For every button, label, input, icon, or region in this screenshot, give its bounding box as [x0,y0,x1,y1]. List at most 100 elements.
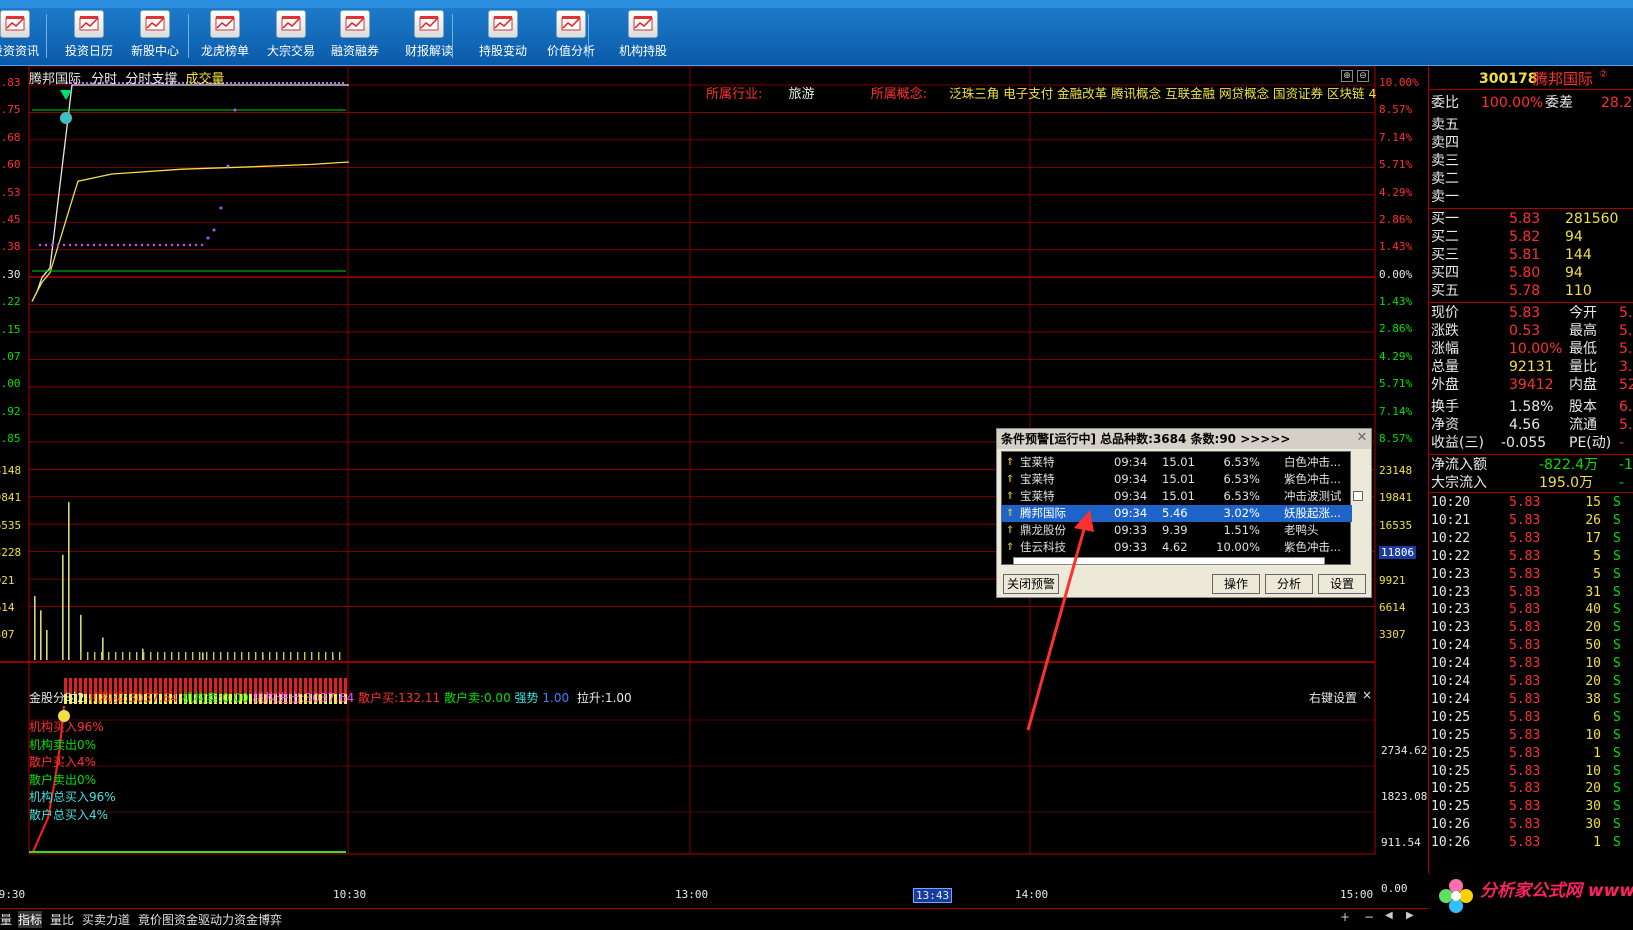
price-tick-label: 5.75 [0,103,21,117]
stat-value: 5. [1619,341,1633,357]
alert-pct: 10.00% [1216,540,1260,554]
tick-trade-row: 10:25 5.83 6 S [1429,709,1633,727]
volume-bar [283,652,285,660]
buy-level-label: 买五 [1431,283,1459,299]
volume-bar [311,652,313,660]
tick-side: S [1613,799,1621,815]
toolbar-button-0[interactable]: 投资资讯 [0,10,48,64]
alert-price: 15.01 [1162,489,1195,503]
toolbar-button-1[interactable]: 投资日历 [56,10,122,64]
toolbar-button-4[interactable]: 大宗交易 [258,10,324,64]
zoom-in-icon[interactable]: + [1340,910,1350,924]
alert-analyze-button[interactable]: 分析 [1265,574,1313,594]
time-cursor-label: 13:43 [913,888,953,903]
volume-bar [80,652,82,660]
volume-tick-right: 19841 [1379,491,1413,505]
chart-collapse-icon[interactable]: ⊖ [1357,70,1369,82]
support-dot [233,108,237,112]
alert-row[interactable]: ⇑ 宝莱特 09:34 15.01 6.53% 冲击波测试 [1002,488,1352,505]
toolbar-button-8[interactable]: 价值分析 [538,10,604,64]
toolbar-button-3[interactable]: 龙虎榜单 [192,10,258,64]
tick-time: 10:22 [1431,548,1471,564]
bottom-tab-6[interactable]: 资金博弈 [234,911,282,928]
institution-holding-icon [628,10,658,38]
scroll-left-icon[interactable]: ◀ [1385,910,1393,921]
toolbar-button-label: 持股变动 [478,44,527,58]
toolbar-button-2[interactable]: 新股中心 [122,10,188,64]
tick-price: 5.83 [1509,512,1541,528]
stat-label: 量比 [1569,359,1597,375]
alert-dialog-title[interactable]: 条件预警[运行中] 总品种数:3684 条数:90 >>>>> [997,429,1371,449]
sell-level-row: 卖五 [1429,116,1633,134]
stat-value: 527 [1619,377,1633,393]
margin-trading-chart-icon [340,10,370,38]
buy-signal-icon[interactable] [60,112,72,124]
toolbar-button-9[interactable]: 机构持股 [610,10,676,64]
toolbar-button-7[interactable]: 持股变动 [470,10,536,64]
stat-row: 涨幅 10.00% 最低 5. [1429,340,1633,358]
support-dot [140,243,144,247]
alert-operate-button[interactable]: 操作 [1212,574,1260,594]
zoom-out-icon[interactable]: − [1364,910,1374,924]
inst-buy-label: 机构买: [88,691,129,705]
indicator-name[interactable]: 金股分时2 [29,691,85,705]
support-dot [122,243,126,247]
alert-row[interactable]: ⇑ 宝莱特 09:34 15.01 6.53% 白色冲击... [1002,454,1352,471]
alert-pct: 3.02% [1223,506,1260,520]
alert-row[interactable]: ⇑ 宝莱特 09:34 15.01 6.53% 紫色冲击... [1002,471,1352,488]
bottom-tab-4[interactable]: 竟价图 [138,911,174,928]
bottom-tab-1[interactable]: 指标 [18,911,43,928]
volume-bar [213,652,215,660]
alert-settings-button[interactable]: 设置 [1318,574,1366,594]
tick-volume: 17 [1585,530,1601,546]
indicator-legend-line: 机构卖出0% [29,737,97,752]
ticks-divider [1429,492,1633,493]
tick-time: 10:23 [1431,566,1471,582]
support-dot [62,243,66,247]
volume-bar [206,652,208,660]
support-dot [92,243,96,247]
calendar-icon [74,10,104,38]
volume-bar [276,652,278,660]
stock-badge-icon: ② [1599,69,1608,80]
tick-side: S [1613,530,1621,546]
volume-tick-left: 6614 [0,601,15,614]
alert-pct: 6.53% [1223,455,1260,469]
tab-intraday[interactable]: 分时 [91,72,117,87]
indicator-tick-label: 911.54 [1381,836,1421,849]
bottom-tab-0[interactable]: 量 [0,911,12,928]
support-dot [128,243,132,247]
scroll-right-icon[interactable]: ▶ [1406,910,1414,921]
industry-label: 所属行业: [706,87,763,102]
price-tick-label: 5.60 [0,158,21,172]
up-arrow-icon: ⇑ [1006,457,1015,468]
indicator-settings-link[interactable]: 右键设置 [1309,689,1357,706]
indicator-close-icon[interactable]: × [1362,688,1372,702]
bottom-tab-3[interactable]: 买卖力道 [82,911,130,928]
stat-label: 内盘 [1569,377,1597,393]
buy-volume: 94 [1565,265,1583,281]
tick-time: 10:24 [1431,691,1471,707]
alert-checkbox[interactable] [1353,491,1363,501]
tick-trade-row: 10:25 5.83 10 S [1429,763,1633,781]
time-tick-label: 13:00 [675,888,709,901]
tab-intraday-support[interactable]: 分时支撑 [125,72,177,87]
bottom-tab-2[interactable]: 量比 [50,911,74,928]
stat-value: 39412 [1509,377,1554,393]
chart-expand-icon[interactable]: ⊕ [1341,70,1353,82]
tab-volume[interactable]: 成交量 [185,72,224,87]
alert-close-icon[interactable]: ✕ [1355,431,1369,445]
sell-level-label: 卖四 [1431,135,1459,151]
stat-value: 5.84 [1619,417,1633,433]
support-dot [68,243,72,247]
bottom-tab-5[interactable]: 资金驱动力 [174,911,234,928]
toolbar-button-label: 财报解读 [404,44,453,58]
buy-price: 5.78 [1509,283,1541,299]
volume-bar [40,610,42,660]
toolbar-button-5[interactable]: 融资融券 [322,10,388,64]
stat-value: 6.17 [1619,399,1633,415]
tick-side: S [1613,548,1621,564]
tick-time: 10:25 [1431,727,1471,743]
tick-trade-row: 10:23 5.83 40 S [1429,601,1633,619]
volume-bar [122,652,124,660]
